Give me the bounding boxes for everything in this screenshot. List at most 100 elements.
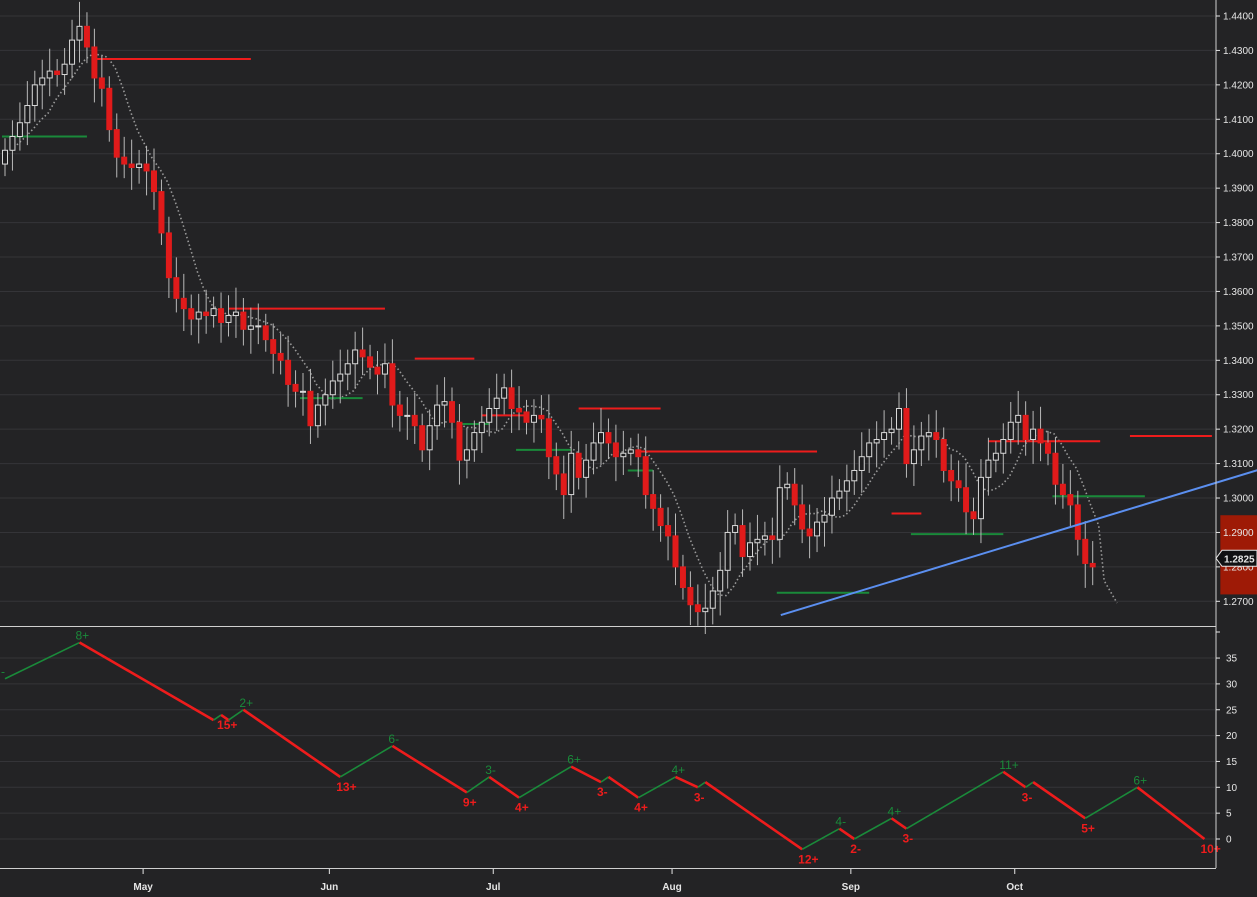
up-candle <box>486 408 493 423</box>
down-candle <box>650 494 657 509</box>
wave-count-label: 12+ <box>798 852 818 866</box>
wave-count-label: 4+ <box>515 801 529 815</box>
up-candle <box>992 452 999 461</box>
down-candle <box>665 525 672 537</box>
up-candle <box>1030 428 1037 440</box>
up-candle <box>590 442 597 461</box>
wave-down-segment <box>890 817 908 830</box>
down-candle <box>218 308 225 323</box>
wave-count-label: 5+ <box>1081 821 1095 835</box>
up-candle <box>598 432 604 444</box>
up-candle <box>337 373 344 382</box>
price-tick-label: 1.3200 <box>1223 425 1254 436</box>
up-candle <box>352 349 359 365</box>
down-candle <box>367 356 374 368</box>
wave-up-segment <box>906 771 1004 830</box>
down-candle <box>970 511 977 520</box>
down-candle <box>769 535 776 540</box>
price-tick-label: 1.4400 <box>1223 12 1254 23</box>
date-tick-label: Aug <box>662 882 681 893</box>
up-candle <box>866 442 873 458</box>
down-candle <box>739 525 746 558</box>
wave-down-segment <box>78 641 215 722</box>
up-candle <box>322 394 329 406</box>
wave-tick-label: 0 <box>1226 835 1232 846</box>
down-candle <box>679 566 686 589</box>
down-candle <box>612 442 619 458</box>
up-candle <box>61 63 68 76</box>
up-candle <box>441 401 448 406</box>
last-price-marker: 1.2825 <box>1215 549 1257 567</box>
up-candle <box>568 452 575 496</box>
down-candle <box>91 46 98 79</box>
up-candle <box>985 459 992 478</box>
down-candle <box>106 87 113 131</box>
down-candle <box>419 425 426 451</box>
down-candle <box>560 473 567 496</box>
down-candle <box>694 604 701 613</box>
wave-count-label: 13+ <box>336 780 356 794</box>
wave-count-label: 10+ <box>1200 842 1220 856</box>
up-candle <box>300 390 306 393</box>
price-tick-label: 1.3500 <box>1223 321 1254 332</box>
price-tick-label: 1.3800 <box>1223 218 1254 229</box>
moving-average-line <box>10 53 1118 604</box>
down-candle <box>523 411 530 423</box>
up-candle <box>627 449 634 454</box>
up-candle <box>493 397 500 410</box>
down-candle <box>389 363 396 406</box>
up-candle <box>39 77 46 86</box>
up-candle <box>426 425 433 451</box>
down-candle <box>262 325 269 341</box>
up-candle <box>851 469 858 482</box>
down-candle <box>188 308 195 320</box>
up-candle <box>31 84 38 107</box>
wave-up-segment <box>697 781 706 788</box>
up-candle <box>1015 414 1022 423</box>
down-candle <box>635 449 642 458</box>
wave-up-segment <box>1025 781 1034 788</box>
wave-tick-label: 5 <box>1226 809 1232 820</box>
wave-count-label: 2+ <box>239 696 253 710</box>
price-tick-label: 1.3000 <box>1223 494 1254 505</box>
price-tick-label: 1.2900 <box>1223 528 1254 539</box>
down-candle <box>903 408 910 465</box>
down-candle <box>508 387 515 410</box>
down-candle <box>1045 442 1051 454</box>
up-candle <box>344 363 351 375</box>
down-candle <box>180 297 187 310</box>
date-tick-label: Jul <box>486 882 501 893</box>
moving-average <box>10 53 1118 604</box>
wave-count-label: 6+ <box>567 753 581 767</box>
down-candle <box>1089 562 1096 568</box>
up-candle <box>702 607 709 613</box>
wave-up-segment <box>853 817 892 840</box>
down-candle <box>933 432 940 440</box>
wave-up-segment <box>518 765 572 799</box>
wave-down-segment <box>242 708 341 779</box>
up-candle <box>896 408 902 430</box>
up-candle <box>478 421 485 434</box>
date-tick-label: Oct <box>1006 882 1023 893</box>
candlesticks <box>2 1 1096 635</box>
wave-up-segment <box>1084 786 1138 820</box>
wave-count-label: 6- <box>388 732 399 746</box>
down-candle <box>963 487 970 513</box>
uptrend-line <box>780 469 1257 617</box>
wave-count-label: 9+ <box>463 795 477 809</box>
down-candle <box>173 277 180 299</box>
up-candle <box>724 531 731 571</box>
down-candle <box>955 480 962 489</box>
up-candle <box>977 476 984 520</box>
up-candle <box>836 490 843 499</box>
up-candle <box>9 136 16 151</box>
price-tick-label: 1.2700 <box>1223 597 1254 608</box>
up-candle <box>583 459 590 478</box>
up-candle <box>1007 421 1014 440</box>
wave-count-label: 11+ <box>999 758 1018 772</box>
wave-tick-label: 10 <box>1226 783 1238 794</box>
up-candle <box>776 487 783 540</box>
wave-tick-label: 15 <box>1226 757 1238 768</box>
wave-count-label: 3- <box>694 790 705 804</box>
stock-chart: -8+15+2+13+6-9+3-4+6+3-4+4+3-12+4-2-4+3-… <box>0 0 1257 893</box>
